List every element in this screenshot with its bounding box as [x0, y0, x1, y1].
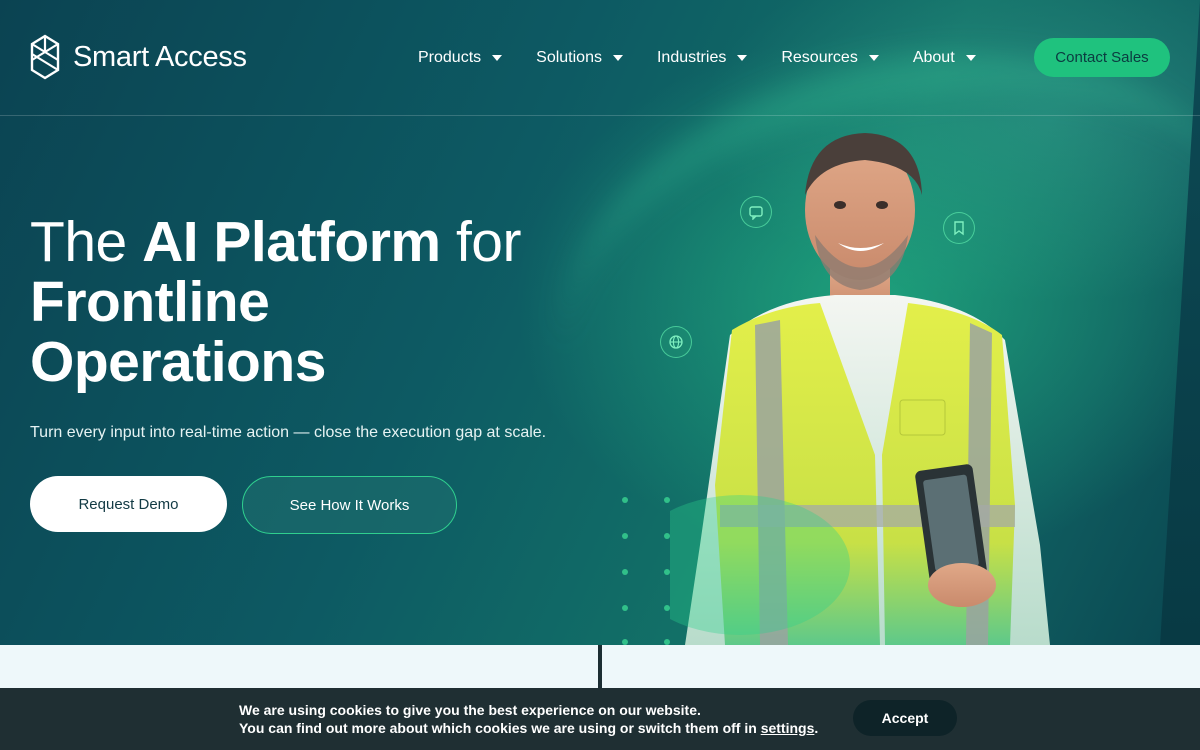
hero-headline: The AI Platform for Frontline Operations: [30, 212, 521, 392]
nav-item-label: Industries: [656, 49, 727, 66]
cookie-message: We are using cookies to give you the bes…: [239, 701, 818, 737]
brand-logo[interactable]: Smart Access: [30, 34, 247, 80]
nav-item-industries[interactable]: Industries: [656, 46, 748, 70]
headline-text: The: [30, 210, 143, 274]
contact-sales-button[interactable]: Contact Sales: [1034, 38, 1170, 77]
nav-item-label: Products: [418, 49, 482, 66]
chevron-down-icon: [492, 55, 503, 61]
cookie-line-2-end: .: [814, 720, 819, 736]
nav-item-label: Resources: [781, 49, 858, 66]
site-header: Smart Access Products Solutions Industri…: [0, 0, 1200, 116]
hero-worker-illustration: [670, 133, 1050, 645]
nav-item-products[interactable]: Products: [418, 46, 503, 70]
nav-item-label: Solutions: [536, 49, 602, 66]
nav-item-about[interactable]: About: [913, 46, 976, 70]
section-divider: [598, 645, 602, 690]
nav-item-resources[interactable]: Resources: [781, 46, 879, 70]
cookie-line-1: We are using cookies to give you the bes…: [239, 702, 701, 718]
cookie-banner: We are using cookies to give you the bes…: [0, 688, 1200, 750]
headline-text: for: [440, 210, 522, 274]
nav-item-solutions[interactable]: Solutions: [536, 46, 623, 70]
chevron-down-icon: [868, 55, 879, 61]
cookie-accept-button[interactable]: Accept: [853, 700, 957, 736]
request-demo-button[interactable]: Request Demo: [30, 476, 227, 532]
headline-emphasis: Frontline: [30, 270, 270, 334]
brand-name: Smart Access: [73, 40, 247, 73]
chevron-down-icon: [612, 55, 623, 61]
chevron-down-icon: [737, 55, 748, 61]
headline-emphasis: Operations: [30, 330, 326, 394]
chevron-down-icon: [965, 55, 976, 61]
cookie-settings-link[interactable]: settings: [761, 720, 815, 736]
headline-emphasis: AI Platform: [142, 210, 441, 274]
cookie-line-2: You can find out more about which cookie…: [239, 719, 818, 737]
see-how-it-works-button[interactable]: See How It Works: [242, 476, 457, 534]
main-nav: Products Solutions Industries Resources …: [418, 46, 976, 70]
logo-mark-icon: [30, 34, 60, 80]
hero-subheadline: Turn every input into real-time action —…: [30, 424, 547, 441]
cookie-line-2-text: You can find out more about which cookie…: [239, 720, 761, 736]
nav-item-label: About: [912, 49, 955, 66]
